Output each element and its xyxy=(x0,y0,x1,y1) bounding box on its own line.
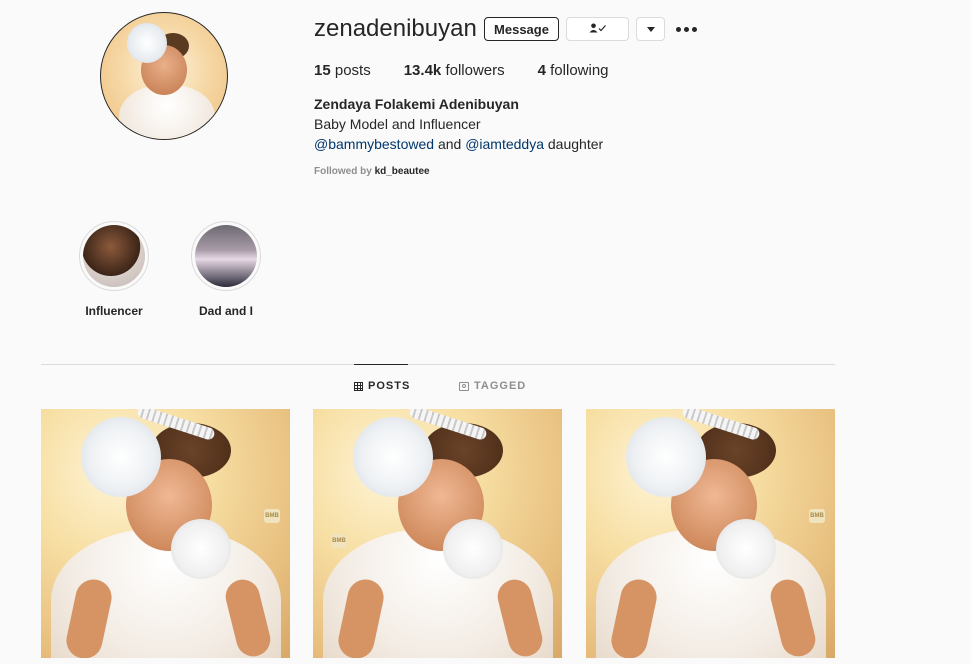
story-highlight-influencer[interactable]: Influencer xyxy=(69,221,159,318)
following-stat[interactable]: 4 following xyxy=(538,62,609,79)
tab-tagged[interactable]: TAGGED xyxy=(459,380,526,392)
post-thumbnail[interactable]: BMB xyxy=(313,409,562,658)
posts-count: 15 xyxy=(314,62,331,79)
person-check-icon xyxy=(589,20,607,38)
suggested-dropdown-button[interactable] xyxy=(636,17,665,41)
followed-by-label: Followed by xyxy=(314,166,372,177)
post-photo-flower xyxy=(626,417,706,497)
posts-label: posts xyxy=(334,62,371,79)
bio-text: and xyxy=(437,136,462,152)
following-button[interactable] xyxy=(566,17,629,41)
highlight-label: Dad and I xyxy=(198,304,253,318)
followed-by: Followed by kd_beautee xyxy=(314,166,430,177)
watermark-logo: BMB xyxy=(809,509,825,523)
followers-count: 13.4k xyxy=(403,62,442,79)
followers-label: followers xyxy=(445,62,505,79)
profile-username: zenadenibuyan xyxy=(314,15,477,42)
tagged-icon xyxy=(459,381,469,391)
story-highlight-dad-and-i[interactable]: Dad and I xyxy=(181,221,271,318)
more-horizontal-icon xyxy=(675,26,681,32)
tab-posts-label: POSTS xyxy=(368,380,411,392)
highlight-cover-image xyxy=(83,225,145,287)
profile-bio-line1: Baby Model and Influencer xyxy=(314,116,481,132)
post-photo-flower xyxy=(353,417,433,497)
following-label: following xyxy=(550,62,609,79)
bio-text: daughter xyxy=(547,136,604,152)
tabs-divider xyxy=(41,364,835,365)
highlight-cover-ring xyxy=(79,221,149,291)
followers-stat[interactable]: 13.4k followers xyxy=(404,62,505,79)
highlight-cover-ring xyxy=(191,221,261,291)
watermark-logo: BMB xyxy=(264,509,280,523)
avatar-photo-bow xyxy=(127,23,167,63)
grid-icon xyxy=(354,381,363,391)
profile-full-name: Zendaya Folakemi Adenibuyan xyxy=(314,96,519,112)
post-thumbnail[interactable]: BMB xyxy=(41,409,290,658)
post-photo-corsage xyxy=(171,519,231,579)
bio-mention-link[interactable]: @bammybestowed xyxy=(314,136,434,152)
tab-posts[interactable]: POSTS xyxy=(354,380,410,392)
caret-down-icon xyxy=(646,26,655,32)
highlight-cover-image xyxy=(195,225,257,287)
post-photo-flower xyxy=(81,417,161,497)
following-count: 4 xyxy=(537,62,546,79)
followed-by-user-link[interactable]: kd_beautee xyxy=(375,166,430,177)
watermark-logo: BMB xyxy=(331,534,347,548)
active-tab-indicator xyxy=(354,364,408,365)
profile-avatar[interactable] xyxy=(100,12,228,140)
profile-stats: 15 posts 13.4k followers 4 following xyxy=(314,62,642,79)
highlight-label: Influencer xyxy=(85,304,143,318)
more-options-button[interactable] xyxy=(674,18,698,40)
tab-tagged-label: TAGGED xyxy=(474,380,527,392)
profile-bio-line2: @bammybestowed and @iamteddya daughter xyxy=(314,136,603,152)
post-thumbnail[interactable]: BMB xyxy=(586,409,835,658)
posts-stat[interactable]: 15 posts xyxy=(314,62,371,79)
post-photo-corsage xyxy=(443,519,503,579)
message-button[interactable]: Message xyxy=(484,17,559,41)
bio-mention-link[interactable]: @iamteddya xyxy=(465,136,544,152)
post-photo-corsage xyxy=(716,519,776,579)
